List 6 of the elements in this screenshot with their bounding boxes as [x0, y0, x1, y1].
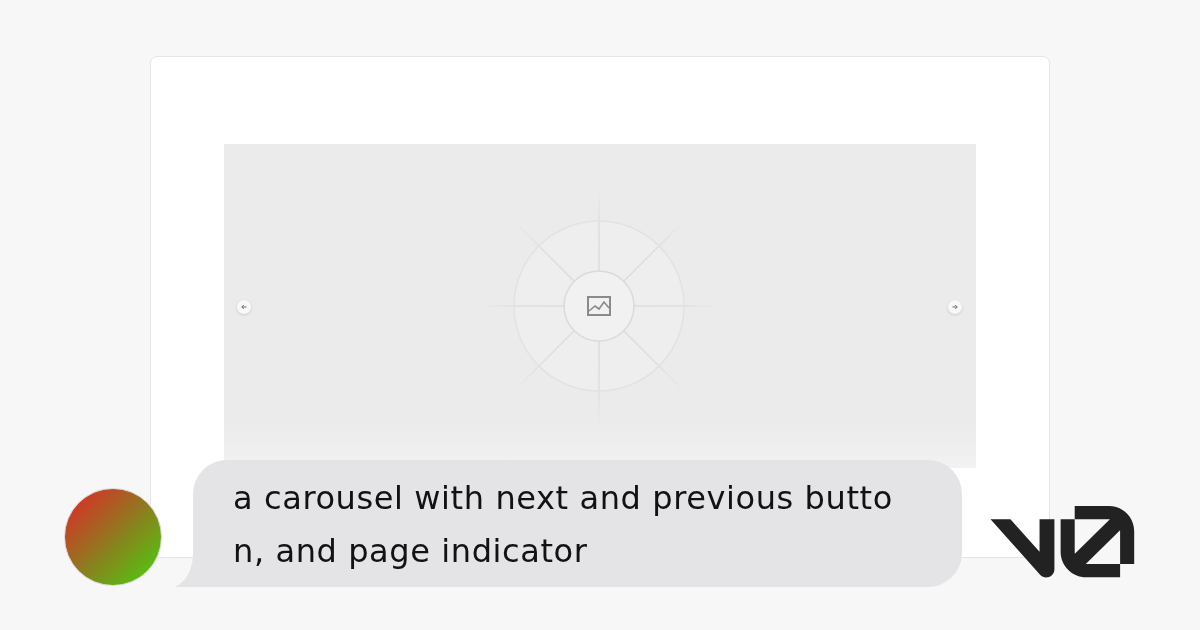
prompt-text: a carousel with next and previous butto n, and page indicator [233, 478, 894, 572]
logo-icon [990, 506, 1135, 578]
previous-button[interactable] [237, 300, 251, 314]
next-button[interactable] [948, 300, 962, 314]
arrow-left-icon [241, 304, 247, 310]
arrow-right-icon [952, 304, 958, 310]
